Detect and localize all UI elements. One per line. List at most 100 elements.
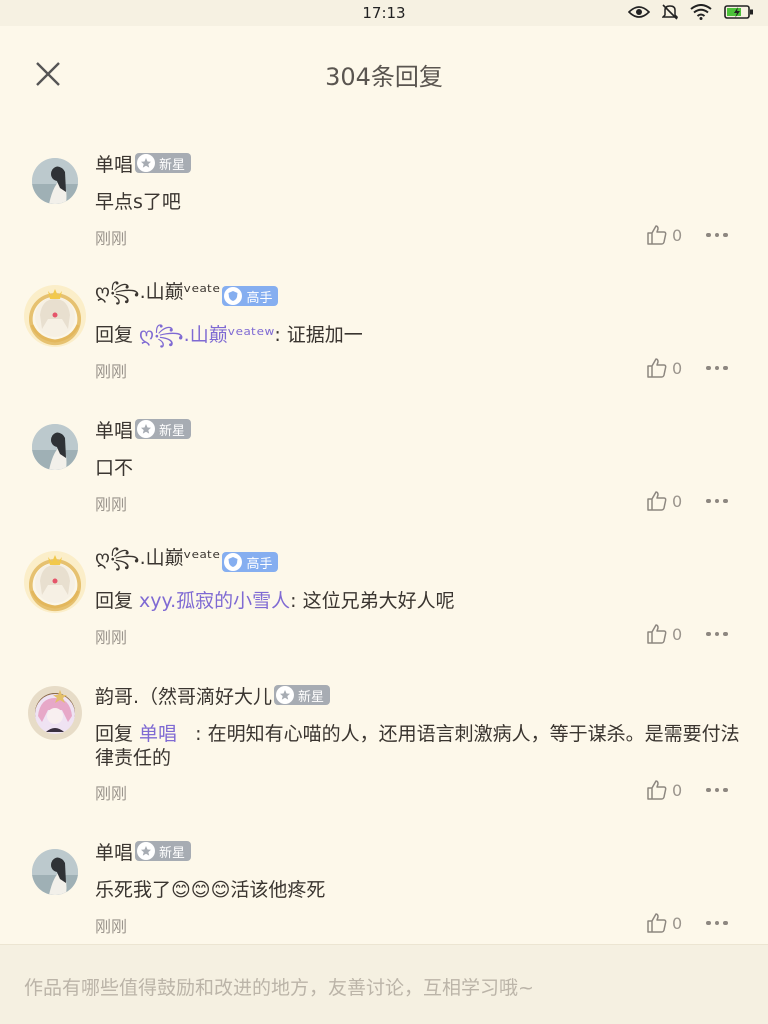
user-line: 单唱 新星 xyxy=(95,416,192,443)
reply-username-link[interactable]: xyy.孤寂的小雪人 xyxy=(139,590,290,612)
comment-item: 单唱 新星 早点s了吧 刚刚 0 xyxy=(0,140,768,273)
badge-label: 新星 xyxy=(159,157,186,173)
dot-icon xyxy=(714,498,719,504)
dot-icon xyxy=(723,365,728,371)
more-options-button[interactable] xyxy=(706,917,730,929)
comment-input-bar[interactable]: 作品有哪些值得鼓励和改进的地方，友善讨论，互相学习哦~ xyxy=(0,944,768,1024)
like-count: 0 xyxy=(672,225,683,245)
like-button[interactable]: 0 xyxy=(646,779,682,801)
comment-text: 回复 单唱 : 在明知有心喵的人，还用语言刺激病人，等于谋杀。是需要付法律责任的 xyxy=(95,722,742,770)
comment-text: 早点s了吧 xyxy=(95,191,181,213)
thumbs-up-icon xyxy=(647,780,667,800)
reply-prefix: 回复 xyxy=(95,324,140,346)
comment-time: 刚刚 xyxy=(95,495,128,514)
badge-label: 新星 xyxy=(159,845,186,861)
avatar[interactable] xyxy=(32,849,78,895)
dot-icon xyxy=(714,920,719,926)
dot-icon xyxy=(723,232,728,238)
dot-icon xyxy=(706,787,711,793)
like-button[interactable]: 0 xyxy=(646,912,682,934)
reply-prefix: 回复 xyxy=(95,590,140,612)
reply-prefix: 回复 xyxy=(95,723,140,745)
like-count: 0 xyxy=(672,358,683,378)
badge-label: 高手 xyxy=(246,556,273,572)
reply-body: : 在明知有心喵的人，还用语言刺激病人，等于谋杀。是需要付法律责任的 xyxy=(95,723,740,769)
comment-time: 刚刚 xyxy=(95,628,128,647)
thumbs-up-icon xyxy=(647,225,667,245)
more-options-button[interactable] xyxy=(706,229,730,241)
comment-item: 单唱 新星 口不 刚刚 0 xyxy=(0,406,768,539)
username[interactable]: 单唱 xyxy=(95,838,133,865)
comment-text: 乐死我了😊😊😊活该他疼死 xyxy=(95,879,326,901)
username[interactable]: 单唱 xyxy=(95,416,133,443)
eye-icon xyxy=(628,6,650,18)
dot-icon xyxy=(714,787,719,793)
dot-icon xyxy=(706,232,711,238)
battery-icon xyxy=(724,5,753,19)
star-icon xyxy=(137,842,156,860)
dot-icon xyxy=(706,498,711,504)
comment-text: 回复 ღ꧂.山巅ᵛᵉᵃᵗᵉʷ: 证据加一 xyxy=(95,323,742,347)
reply-username-link[interactable]: ღ꧂.山巅ᵛᵉᵃᵗᵉʷ xyxy=(139,324,274,346)
like-count: 0 xyxy=(672,780,683,800)
user-line: 单唱 新星 xyxy=(95,838,192,865)
badge-label: 高手 xyxy=(246,290,273,306)
comment-item: 单唱 新星 乐死我了😊😊😊活该他疼死 刚刚 0 xyxy=(0,828,768,946)
avatar[interactable] xyxy=(32,424,78,470)
thumbs-up-icon xyxy=(647,913,667,933)
avatar[interactable] xyxy=(24,551,86,613)
dot-icon xyxy=(714,232,719,238)
avatar[interactable] xyxy=(28,686,82,740)
comment-text: 口不 xyxy=(95,457,134,479)
reply-body: : 这位兄弟大好人呢 xyxy=(290,590,455,612)
page-title: 304条回复 xyxy=(325,63,443,91)
reply-username-link[interactable]: 单唱 xyxy=(139,723,177,745)
like-button[interactable]: 0 xyxy=(646,224,682,246)
like-count: 0 xyxy=(672,624,683,644)
dot-icon xyxy=(706,365,711,371)
dot-icon xyxy=(706,631,711,637)
like-button[interactable]: 0 xyxy=(646,357,682,379)
level-badge: 高手 xyxy=(222,552,279,572)
more-options-button[interactable] xyxy=(706,628,730,640)
dot-icon xyxy=(706,920,711,926)
thumbs-up-icon xyxy=(647,624,667,644)
avatar[interactable] xyxy=(24,285,86,347)
username[interactable]: 韵哥.（然哥滴好大儿 xyxy=(95,682,272,709)
comment-item: 韵哥.（然哥滴好大儿 新星 回复 单唱 : 在明知有心喵的人，还用语言刺激病人，… xyxy=(0,672,768,828)
dot-icon xyxy=(723,631,728,637)
level-badge: 新星 xyxy=(135,841,192,861)
dot-icon xyxy=(723,787,728,793)
username[interactable]: ღ꧂.山巅ᵛᵉᵃᵗᵉ xyxy=(95,277,220,316)
avatar[interactable] xyxy=(32,158,78,204)
star-icon xyxy=(276,686,295,704)
status-icons xyxy=(628,4,754,20)
dot-icon xyxy=(714,631,719,637)
dot-icon xyxy=(723,498,728,504)
status-bar: 17:13 xyxy=(0,0,768,26)
like-button[interactable]: 0 xyxy=(646,623,682,645)
shield-icon xyxy=(224,287,243,305)
level-badge: 新星 xyxy=(135,153,192,173)
user-line: ღ꧂.山巅ᵛᵉᵃᵗᵉ 高手 xyxy=(95,281,279,308)
comment-time: 刚刚 xyxy=(95,229,128,248)
username[interactable]: ღ꧂.山巅ᵛᵉᵃᵗᵉ xyxy=(95,543,220,582)
level-badge: 新星 xyxy=(135,419,192,439)
comment-time: 刚刚 xyxy=(95,784,128,803)
more-options-button[interactable] xyxy=(706,362,730,374)
more-options-button[interactable] xyxy=(706,784,730,796)
more-options-button[interactable] xyxy=(706,495,730,507)
star-icon xyxy=(137,154,156,172)
username[interactable]: 单唱 xyxy=(95,150,133,177)
comment-text: 回复 xyy.孤寂的小雪人: 这位兄弟大好人呢 xyxy=(95,589,742,613)
dot-icon xyxy=(723,920,728,926)
wifi-icon xyxy=(690,4,712,20)
dot-icon xyxy=(714,365,719,371)
level-badge: 新星 xyxy=(274,685,331,705)
star-icon xyxy=(137,420,156,438)
like-button[interactable]: 0 xyxy=(646,490,682,512)
thumbs-up-icon xyxy=(647,491,667,511)
header: 304条回复 xyxy=(0,26,768,122)
like-count: 0 xyxy=(672,491,683,511)
comment-input[interactable]: 作品有哪些值得鼓励和改进的地方，友善讨论，互相学习哦~ xyxy=(24,973,534,1000)
